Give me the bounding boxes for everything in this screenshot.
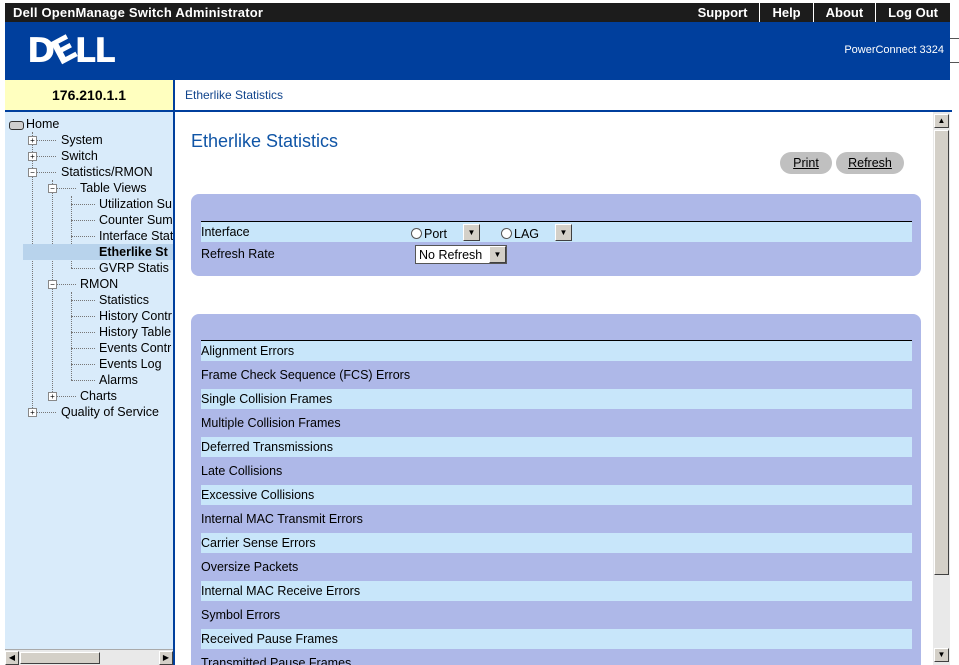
port-radio[interactable] [411,228,422,239]
breadcrumb: Etherlike Statistics [185,88,284,102]
stat-row: Internal MAC Receive Errors [201,581,912,601]
print-button[interactable]: Print [780,152,832,174]
stat-row: Received Pause Frames [201,629,912,649]
stat-label: Multiple Collision Frames [201,416,341,430]
tree-item-etherlike-statistics[interactable]: Etherlike St [23,244,173,260]
collapse-icon[interactable]: − [28,168,37,177]
tree-item-events-control[interactable]: Events Contr [99,340,171,356]
tree-item-utilization-summary[interactable]: Utilization Su [99,196,172,212]
logout-link[interactable]: Log Out [875,3,950,22]
stat-label: Transmitted Pause Frames [201,656,352,665]
stat-label: Received Pause Frames [201,632,338,646]
statistics-panel: Alignment Errors Frame Check Sequence (F… [191,314,921,665]
stat-row: Late Collisions [201,461,912,481]
interface-label: Interface [201,225,250,239]
stat-row: Frame Check Sequence (FCS) Errors [201,365,912,385]
support-link[interactable]: Support [686,3,760,22]
stat-row: Oversize Packets [201,557,912,577]
stat-label: Single Collision Frames [201,392,333,406]
scroll-right-icon[interactable]: ▶ [159,651,173,665]
tree-item-counter-summary[interactable]: Counter Sum [99,212,173,228]
stat-label: Internal MAC Receive Errors [201,584,361,598]
app-title: Dell OpenManage Switch Administrator [13,5,264,20]
stat-label: Deferred Transmissions [201,440,333,454]
stat-label: Late Collisions [201,464,283,478]
help-link[interactable]: Help [759,3,812,22]
tree-scroll-thumb[interactable] [20,652,100,664]
expand-icon[interactable]: + [28,408,37,417]
title-bar: Dell OpenManage Switch Administrator Sup… [5,3,950,22]
tree-item-history-control[interactable]: History Contr [99,308,172,324]
page-title: Etherlike Statistics [191,131,339,151]
stat-label: Alignment Errors [201,344,295,358]
about-link[interactable]: About [812,3,876,22]
refresh-button[interactable]: Refresh [836,152,904,174]
top-links: Support Help About Log Out [686,3,950,22]
collapse-icon[interactable]: − [48,184,57,193]
stat-label: Excessive Collisions [201,488,315,502]
stat-row: Carrier Sense Errors [201,533,912,553]
lag-radio[interactable] [501,228,512,239]
breadcrumb-bar: Etherlike Statistics [173,80,952,112]
expand-icon[interactable]: + [28,152,37,161]
refresh-rate-select[interactable]: No Refresh ▼ [415,245,507,264]
refresh-rate-dropdown-icon[interactable]: ▼ [489,246,506,263]
main-scroll-thumb[interactable] [934,130,949,575]
stat-row: Deferred Transmissions [201,437,912,457]
lag-select-dropdown-icon[interactable]: ▼ [555,224,572,241]
dell-logo: DELL [27,28,116,74]
collapse-icon[interactable]: − [48,280,57,289]
navigation-tree: Home + System + Switch − Statistics/RMON… [5,112,173,649]
scroll-down-icon[interactable]: ▼ [934,648,949,662]
expand-icon[interactable]: + [48,392,57,401]
tree-item-alarms[interactable]: Alarms [99,372,138,388]
refresh-rate-value: No Refresh [419,248,483,262]
switch-ip-address: 176.210.1.1 [52,87,126,103]
stat-row: Excessive Collisions [201,485,912,505]
stat-label: Carrier Sense Errors [201,536,316,550]
home-icon [9,121,24,130]
stat-row: Symbol Errors [201,605,912,625]
product-name: PowerConnect 3324 [844,44,944,56]
tree-horizontal-scrollbar[interactable]: ◀ ▶ [5,649,173,665]
scroll-left-icon[interactable]: ◀ [5,651,19,665]
tree-item-statistics-rmon[interactable]: Statistics/RMON [61,164,153,180]
tree-item-interface-statistics[interactable]: Interface Stat [99,228,173,244]
stat-row: Alignment Errors [201,341,912,361]
tree-item-quality-of-service[interactable]: Quality of Service [61,404,159,420]
stat-label: Internal MAC Transmit Errors [201,512,363,526]
port-select-dropdown-icon[interactable]: ▼ [463,224,480,241]
settings-panel: Interface Port ▼ LAG ▼ Refresh Rate No R… [191,194,921,276]
stat-label: Oversize Packets [201,560,299,574]
refresh-rate-row: Refresh Rate No Refresh ▼ [201,244,912,264]
ip-bar: 176.210.1.1 [5,80,173,112]
scroll-up-icon[interactable]: ▲ [934,114,949,128]
stat-label: Symbol Errors [201,608,281,622]
tree-item-switch[interactable]: Switch [61,148,98,164]
port-label: Port [424,227,447,241]
main-vertical-scrollbar[interactable]: ▲ ▼ [933,112,950,665]
refresh-rate-label: Refresh Rate [201,247,275,261]
tree-item-history-table[interactable]: History Table [99,324,171,340]
stat-row: Transmitted Pause Frames [201,653,912,665]
expand-icon[interactable]: + [28,136,37,145]
stat-row: Single Collision Frames [201,389,912,409]
stat-row: Internal MAC Transmit Errors [201,509,912,529]
main-content: Etherlike Statistics Print Refresh Inter… [173,112,935,665]
tree-item-rmon[interactable]: RMON [80,276,118,292]
lag-label: LAG [514,227,540,241]
stat-row: Multiple Collision Frames [201,413,912,433]
tree-item-charts[interactable]: Charts [80,388,117,404]
tree-item-system[interactable]: System [61,132,103,148]
tree-item-table-views[interactable]: Table Views [80,180,146,196]
banner: DELL PowerConnect 3324 [5,22,950,80]
stat-label: Frame Check Sequence (FCS) Errors [201,368,411,382]
tree-item-gvrp-statistics[interactable]: GVRP Statis [99,260,169,276]
interface-row: Interface Port ▼ LAG ▼ [201,222,912,242]
tree-item-events-log[interactable]: Events Log [99,356,162,372]
tree-item-rmon-statistics[interactable]: Statistics [99,292,149,308]
